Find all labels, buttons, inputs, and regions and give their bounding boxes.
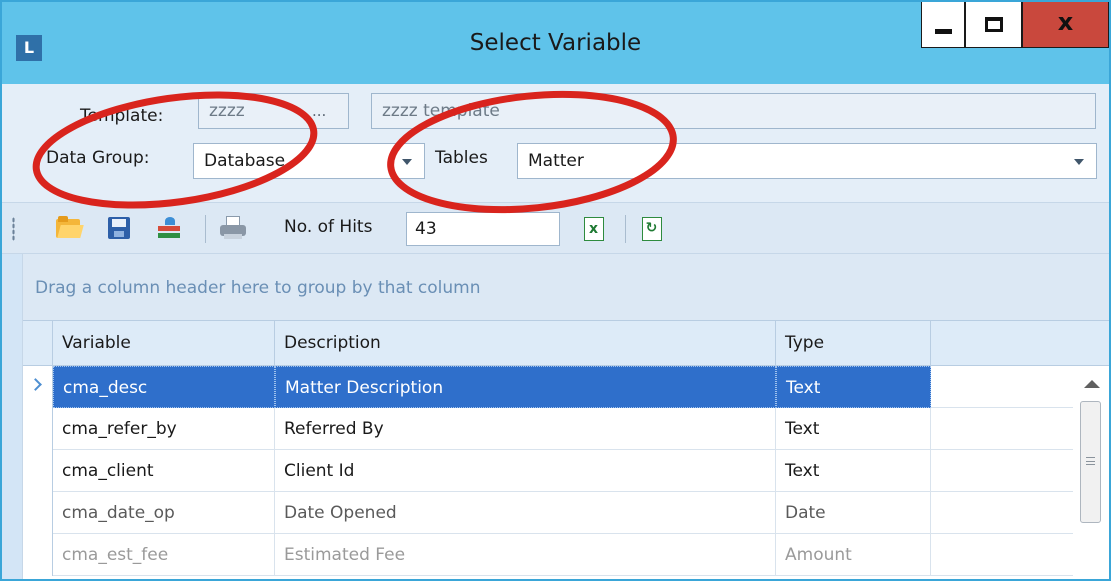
table-row[interactable]: cma_date_op Date Opened Date — [23, 492, 1073, 534]
data-group-value: Database — [204, 151, 286, 171]
type-cell[interactable]: Amount — [776, 534, 931, 576]
table-row[interactable]: cma_est_fee Estimated Fee Amount — [23, 534, 1073, 576]
template-label: Template: — [80, 106, 164, 126]
select-variable-window: L Select Variable x Template: zzzz ... z… — [0, 0, 1111, 581]
row-indicator — [23, 534, 53, 576]
column-header-variable[interactable]: Variable — [53, 321, 275, 366]
template-name-value: zzzz template — [382, 101, 500, 121]
description-cell[interactable]: Referred By — [275, 408, 776, 450]
description-cell[interactable]: Client Id — [275, 450, 776, 492]
vertical-scrollbar[interactable] — [1073, 366, 1109, 579]
hits-count-field: 43 — [406, 212, 560, 246]
row-indicator — [23, 408, 53, 450]
type-cell[interactable]: Text — [776, 366, 931, 408]
group-by-panel[interactable]: Drag a column header here to group by th… — [22, 254, 1109, 320]
data-group-dropdown-icon[interactable] — [402, 159, 412, 165]
data-group-select[interactable]: Database — [193, 143, 425, 179]
filter-form: Template: zzzz ... zzzz template Data Gr… — [2, 84, 1109, 202]
tables-dropdown-icon[interactable] — [1074, 159, 1084, 165]
variables-grid: Variable Description Type cma_desc Matte… — [22, 320, 1109, 579]
toolbar-grip-icon[interactable] — [12, 217, 15, 241]
users-icon[interactable] — [157, 216, 183, 240]
template-code-value: zzzz — [209, 101, 245, 121]
variable-cell[interactable]: cma_refer_by — [53, 408, 275, 450]
description-cell[interactable]: Date Opened — [275, 492, 776, 534]
close-button[interactable]: x — [1022, 2, 1109, 48]
variable-cell[interactable]: cma_date_op — [53, 492, 275, 534]
row-indicator — [23, 450, 53, 492]
tables-value: Matter — [528, 151, 584, 171]
template-code-field[interactable]: zzzz — [198, 93, 349, 129]
maximize-button[interactable] — [965, 2, 1022, 48]
grid-header: Variable Description Type — [23, 320, 1109, 366]
save-icon[interactable] — [107, 216, 133, 240]
toolbar-separator — [205, 215, 206, 243]
template-browse-button[interactable]: ... — [312, 102, 326, 120]
scroll-grip-icon — [1086, 457, 1095, 465]
scroll-thumb[interactable] — [1080, 401, 1101, 523]
tables-label: Tables — [435, 148, 488, 168]
group-by-hint: Drag a column header here to group by th… — [35, 278, 481, 298]
variable-cell[interactable]: cma_client — [53, 450, 275, 492]
title-bar[interactable]: L Select Variable x — [2, 2, 1109, 84]
table-row[interactable]: cma_desc Matter Description Text — [23, 366, 1073, 408]
minimize-button[interactable] — [921, 2, 965, 48]
row-indicator-header — [23, 321, 53, 366]
row-indicator — [23, 366, 53, 408]
template-name-field: zzzz template — [371, 93, 1096, 129]
scroll-up-icon[interactable] — [1084, 380, 1100, 388]
column-header-type[interactable]: Type — [776, 321, 931, 366]
toolbar: No. of Hits 43 x ↻ — [2, 202, 1109, 254]
type-cell[interactable]: Text — [776, 450, 931, 492]
row-indicator — [23, 492, 53, 534]
open-folder-icon[interactable] — [56, 216, 84, 240]
current-row-icon — [29, 378, 42, 391]
maximize-icon — [985, 17, 1003, 32]
table-row[interactable]: cma_refer_by Referred By Text — [23, 408, 1073, 450]
variable-cell[interactable]: cma_desc — [53, 366, 275, 408]
minimize-icon — [935, 29, 952, 34]
export-excel-icon[interactable]: x — [582, 217, 608, 241]
print-icon[interactable] — [220, 216, 246, 240]
description-cell[interactable]: Estimated Fee — [275, 534, 776, 576]
type-cell[interactable]: Text — [776, 408, 931, 450]
type-cell[interactable]: Date — [776, 492, 931, 534]
hits-label: No. of Hits — [284, 217, 373, 237]
description-cell[interactable]: Matter Description — [275, 366, 776, 408]
table-row[interactable]: cma_client Client Id Text — [23, 450, 1073, 492]
variable-cell[interactable]: cma_est_fee — [53, 534, 275, 576]
toolbar-separator — [625, 215, 626, 243]
column-header-description[interactable]: Description — [275, 321, 776, 366]
refresh-icon[interactable]: ↻ — [640, 217, 666, 241]
data-group-label: Data Group: — [46, 148, 150, 168]
tables-select[interactable]: Matter — [517, 143, 1097, 179]
